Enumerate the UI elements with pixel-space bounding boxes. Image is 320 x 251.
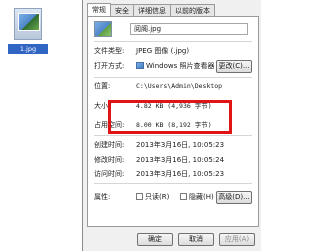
- file-type-label: 文件类型:: [94, 47, 125, 55]
- created-label: 创建时间:: [94, 141, 125, 149]
- separator: [94, 77, 252, 78]
- open-with-value: Windows 照片查看器: [146, 62, 215, 70]
- modified-row: 修改时间: 2013年3月16日, 10:05:24: [94, 155, 254, 165]
- open-with-label: 打开方式:: [94, 62, 125, 70]
- location-label: 位置:: [94, 82, 111, 90]
- tab-details[interactable]: 详细信息: [133, 4, 171, 16]
- size-highlight-box: [108, 100, 232, 134]
- readonly-label: 只读(R): [145, 193, 170, 201]
- photo-viewer-icon: [136, 62, 144, 69]
- change-button[interactable]: 更改(C)...: [216, 60, 252, 73]
- checkbox-icon: [136, 193, 143, 200]
- separator: [94, 183, 252, 184]
- tab-previous-versions[interactable]: 以前的版本: [170, 4, 215, 16]
- modified-value: 2013年3月16日, 10:05:24: [136, 156, 225, 164]
- image-file-icon: [94, 21, 112, 37]
- image-file-icon: [14, 8, 42, 40]
- attributes-label: 属性:: [94, 193, 111, 201]
- tab-bar: 常规 安全 详细信息 以前的版本: [87, 3, 215, 16]
- created-value: 2013年3月16日, 10:05:23: [136, 141, 225, 149]
- readonly-checkbox[interactable]: 只读(R): [136, 192, 169, 202]
- apply-button[interactable]: 应用(A): [219, 233, 255, 246]
- location-value: C:\Users\Admin\Desktop: [136, 82, 223, 90]
- file-type-row: 文件类型: JPEG 图像 (.jpg): [94, 46, 254, 56]
- desktop-file-label: 1.jpg: [8, 44, 48, 54]
- separator: [94, 41, 252, 42]
- cancel-button[interactable]: 取消: [178, 233, 214, 246]
- desktop-file-icon[interactable]: 1.jpg: [8, 8, 48, 60]
- ok-button[interactable]: 确定: [137, 233, 173, 246]
- checkbox-icon: [180, 193, 187, 200]
- hidden-checkbox[interactable]: 隐藏(H): [180, 192, 214, 202]
- accessed-value: 2013年3月16日, 10:05:23: [136, 170, 225, 178]
- advanced-button[interactable]: 高级(D)...: [216, 191, 252, 204]
- tab-general[interactable]: 常规: [87, 3, 111, 16]
- accessed-row: 访问时间: 2013年3月16日, 10:05:23: [94, 169, 254, 179]
- hidden-label: 隐藏(H): [189, 193, 214, 201]
- location-row: 位置: C:\Users\Admin\Desktop: [94, 81, 254, 91]
- accessed-label: 访问时间:: [94, 170, 125, 178]
- created-row: 创建时间: 2013年3月16日, 10:05:23: [94, 140, 254, 150]
- tab-security[interactable]: 安全: [110, 4, 134, 16]
- modified-label: 修改时间:: [94, 156, 125, 164]
- file-type-value: JPEG 图像 (.jpg): [136, 47, 190, 55]
- separator: [94, 135, 252, 136]
- file-name-input[interactable]: 阅阁.jpg: [130, 23, 248, 35]
